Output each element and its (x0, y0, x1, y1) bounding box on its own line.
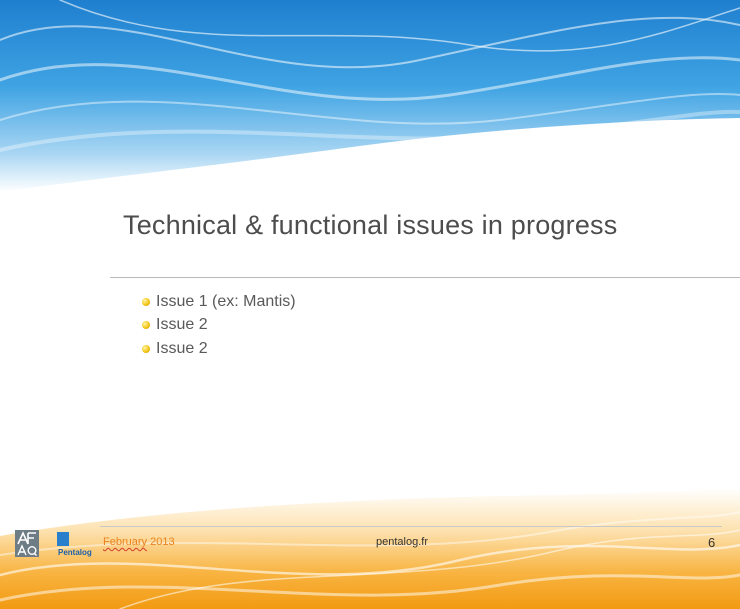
bullet-text: Issue 2 (156, 339, 208, 357)
bullet-text: Issue 1 (ex: Mantis) (156, 292, 296, 310)
list-item: Issue 2 (142, 337, 296, 361)
bullet-icon (142, 321, 150, 330)
page-number: 6 (708, 535, 716, 550)
bullet-list: Issue 1 (ex: Mantis) Issue 2 Issue 2 (142, 290, 296, 361)
footer-website: pentalog.fr (376, 536, 428, 548)
bullet-text: Issue 2 (156, 316, 208, 334)
footer-date: February 2013 (103, 536, 175, 548)
list-item: Issue 2 (142, 314, 296, 338)
title-divider (110, 277, 740, 278)
bottom-wave-band (0, 488, 740, 609)
pentalog-logo-text: Pentalog (58, 548, 92, 557)
footer-date-month: February (103, 536, 148, 548)
bullet-icon (142, 297, 150, 306)
slide-background (0, 0, 740, 609)
footer-divider (100, 526, 722, 527)
slide-title: Technical & functional issues in progres… (123, 210, 618, 240)
slide: Technical & functional issues in progres… (0, 0, 740, 609)
pentalog-mark-icon (57, 532, 69, 546)
footer-date-year: 2013 (150, 536, 175, 548)
pentalog-logo: Pentalog (57, 532, 93, 558)
afaq-logo (15, 530, 39, 557)
bullet-icon (142, 344, 150, 353)
list-item: Issue 1 (ex: Mantis) (142, 290, 296, 314)
